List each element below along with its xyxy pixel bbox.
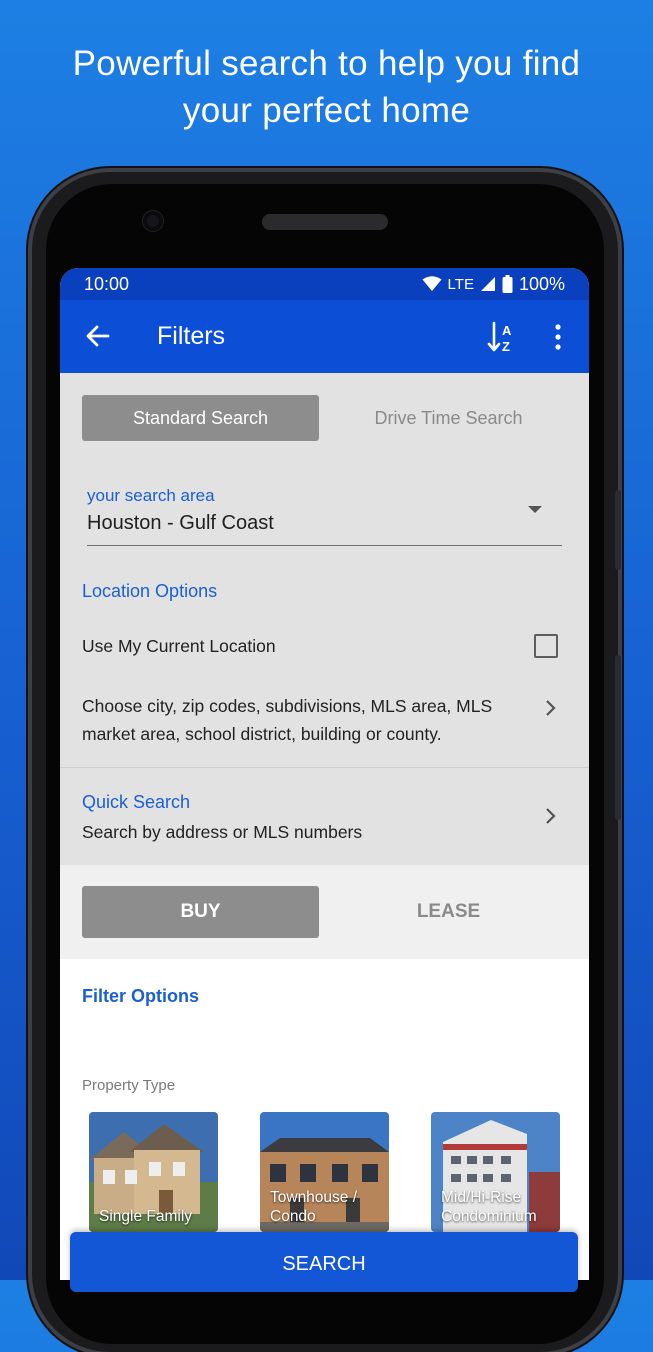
status-time: 10:00 xyxy=(84,273,130,294)
property-type-label: Property Type xyxy=(82,1077,176,1094)
filter-options-title: Filter Options xyxy=(82,986,199,1006)
svg-text:Z: Z xyxy=(502,339,510,354)
buy-lease-toggle: BUY LEASE xyxy=(60,865,589,959)
front-camera xyxy=(143,211,163,231)
battery-icon xyxy=(502,275,513,293)
status-bar: 10:00 LTE 100% xyxy=(60,268,589,300)
network-type: LTE xyxy=(447,275,474,293)
more-vert-icon[interactable] xyxy=(548,322,568,352)
property-type-caption: Single Family xyxy=(99,1208,193,1225)
chevron-right-icon[interactable] xyxy=(544,807,556,825)
location-options-title: Location Options xyxy=(82,581,218,601)
app-screen: 10:00 LTE 100% Filters A Z Standard Sear… xyxy=(60,268,589,1280)
use-current-location-label: Use My Current Location xyxy=(82,636,276,656)
standard-search-tab[interactable]: Standard Search xyxy=(82,395,319,441)
drive-time-search-tab[interactable]: Drive Time Search xyxy=(330,395,567,441)
promo-headline-line-1: Powerful search to help you find xyxy=(72,44,581,83)
search-button[interactable]: SEARCH xyxy=(70,1232,578,1292)
earpiece-speaker xyxy=(262,214,388,230)
buy-tab[interactable]: BUY xyxy=(82,886,319,938)
property-type-single-family[interactable]: Single Family xyxy=(89,1112,218,1232)
chevron-right-icon[interactable] xyxy=(544,699,556,717)
search-area-label: your search area xyxy=(87,486,215,505)
phone-volume-button xyxy=(615,655,621,820)
dropdown-arrow-icon[interactable] xyxy=(528,506,542,513)
property-type-mid-hi-rise[interactable]: Mid/Hi-Rise Condominium xyxy=(431,1112,560,1232)
promo-headline-line-2: your perfect home xyxy=(182,91,471,130)
lease-tab[interactable]: LEASE xyxy=(330,886,567,938)
property-type-caption: Mid/Hi-Rise Condominium xyxy=(441,1189,537,1225)
quick-search-subtitle[interactable]: Search by address or MLS numbers xyxy=(82,818,362,846)
sort-az-icon[interactable]: A Z xyxy=(486,320,520,354)
search-mode-toggle: Standard Search Drive Time Search xyxy=(82,395,567,441)
search-area-dropdown[interactable]: Houston - Gulf Coast xyxy=(87,512,274,535)
phone-side-button xyxy=(615,490,621,570)
status-icons: LTE 100% xyxy=(422,274,565,295)
property-type-caption: Townhouse / Condo xyxy=(270,1189,358,1225)
app-bar: Filters A Z xyxy=(60,300,589,373)
svg-text:A: A xyxy=(502,323,512,338)
wifi-icon xyxy=(422,276,442,291)
promo-headline: Powerful search to help you find your pe… xyxy=(0,40,653,134)
search-area-underline xyxy=(87,545,562,546)
signal-icon xyxy=(480,277,495,291)
page-title: Filters xyxy=(157,322,226,350)
property-type-townhouse-condo[interactable]: Townhouse / Condo xyxy=(260,1112,389,1232)
back-arrow-icon[interactable] xyxy=(84,322,112,350)
quick-search-title[interactable]: Quick Search xyxy=(82,792,190,813)
divider xyxy=(60,767,589,768)
use-current-location-checkbox[interactable] xyxy=(534,634,558,658)
battery-percent: 100% xyxy=(518,273,565,294)
choose-location-item[interactable]: Choose city, zip codes, subdivisions, ML… xyxy=(82,692,532,748)
